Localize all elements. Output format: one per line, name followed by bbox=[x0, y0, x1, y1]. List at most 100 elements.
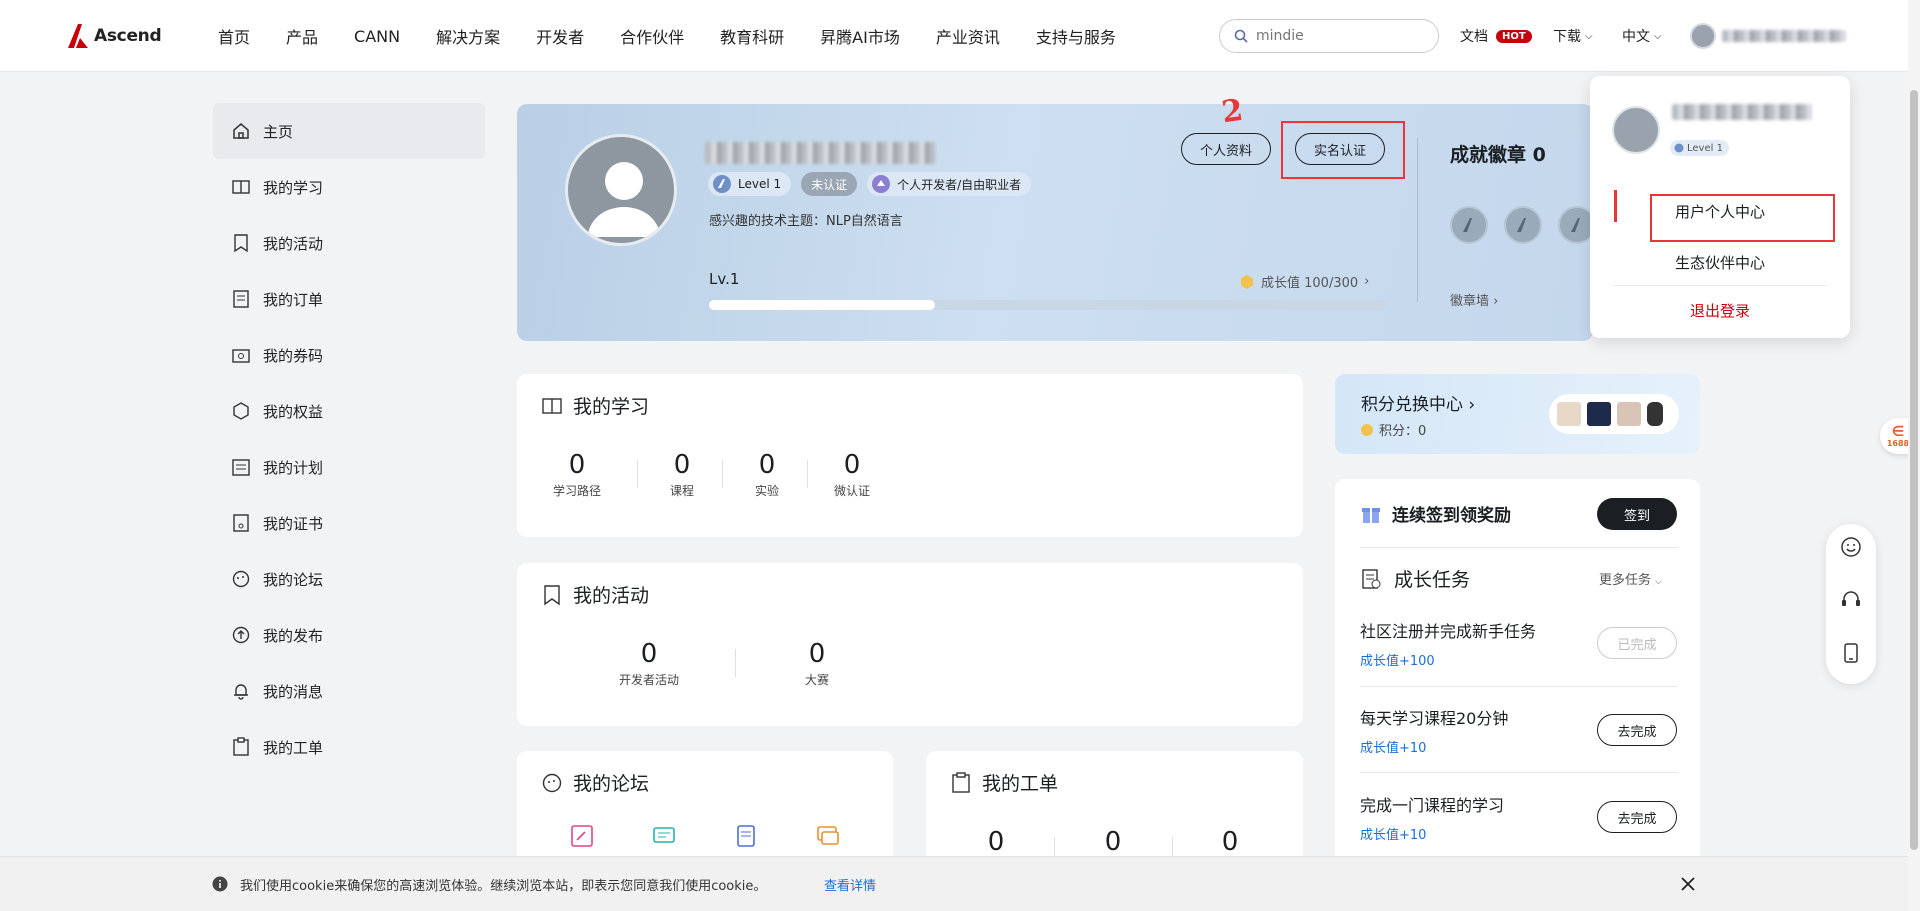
checkin-button[interactable]: 签到 bbox=[1597, 498, 1677, 530]
sidebar-item-certificates[interactable]: 我的证书 bbox=[213, 495, 485, 551]
search-icon bbox=[1234, 29, 1248, 43]
sidebar-item-label: 我的权益 bbox=[263, 402, 324, 421]
activity-card-title: 我的活动 bbox=[541, 581, 649, 608]
stat-labs[interactable]: 0 实验 bbox=[737, 450, 797, 499]
study-card-title: 我的学习 bbox=[541, 392, 649, 419]
nav-support[interactable]: 支持与服务 bbox=[1036, 24, 1116, 48]
article-icon[interactable] bbox=[733, 823, 759, 849]
sidebar-item-coupons[interactable]: 我的券码 bbox=[213, 327, 485, 383]
growth-tasks-title-text: 成长任务 bbox=[1394, 569, 1471, 591]
chevron-right-icon: › bbox=[1364, 274, 1370, 289]
profile-info-button[interactable]: 个人资料 bbox=[1181, 133, 1271, 165]
search-box[interactable] bbox=[1219, 19, 1439, 53]
sidebar-item-orders[interactable]: 我的订单 bbox=[213, 271, 485, 327]
search-input[interactable] bbox=[1256, 28, 1416, 44]
ticket-stat[interactable]: 0 bbox=[1083, 827, 1143, 857]
profile-avatar[interactable] bbox=[565, 134, 677, 246]
chevron-down-icon: ⌵ bbox=[1585, 30, 1593, 42]
stat-courses[interactable]: 0 课程 bbox=[652, 450, 712, 499]
comment-icon[interactable] bbox=[651, 823, 677, 849]
sidebar-item-plans[interactable]: 我的计划 bbox=[213, 439, 485, 495]
sidebar-item-learning[interactable]: 我的学习 bbox=[213, 159, 485, 215]
stat-micro-certs[interactable]: 0 微认证 bbox=[822, 450, 882, 499]
chevron-right-icon: › bbox=[1493, 294, 1499, 309]
stat-value: 0 bbox=[758, 450, 776, 480]
sidebar-item-activity[interactable]: 我的活动 bbox=[213, 215, 485, 271]
language-label: 中文 bbox=[1622, 29, 1650, 45]
language-menu[interactable]: 中文 ⌵ bbox=[1622, 26, 1662, 46]
sidebar-item-label: 我的活动 bbox=[263, 234, 324, 253]
task-list-icon bbox=[1362, 568, 1381, 589]
feedback-smile-icon[interactable] bbox=[1840, 536, 1862, 558]
sidebar-item-home[interactable]: 主页 bbox=[213, 103, 485, 159]
growth-value-link[interactable]: 成长值 100/300 › bbox=[1239, 272, 1369, 291]
sidebar-item-label: 我的消息 bbox=[263, 682, 324, 701]
docs-link[interactable]: 文档 HOT bbox=[1460, 26, 1532, 46]
task-completed-button[interactable]: 已完成 bbox=[1597, 627, 1677, 659]
activity-title-text: 我的活动 bbox=[573, 585, 650, 607]
nav-home[interactable]: 首页 bbox=[218, 24, 250, 48]
download-menu[interactable]: 下载 ⌵ bbox=[1553, 26, 1593, 46]
customer-service-icon[interactable] bbox=[1840, 589, 1862, 611]
nav-ai-market[interactable]: 昇腾AI市场 bbox=[820, 24, 900, 48]
reply-icon[interactable] bbox=[815, 823, 841, 849]
nav-cann[interactable]: CANN bbox=[354, 27, 400, 46]
dropdown-logout[interactable]: 退出登录 bbox=[1590, 300, 1850, 321]
user-avatar[interactable] bbox=[1690, 23, 1716, 49]
achievements-title: 成就徽章 0 bbox=[1450, 144, 1546, 166]
logo-text: Ascend bbox=[94, 26, 162, 46]
more-tasks-link[interactable]: 更多任务 ⌵ bbox=[1599, 569, 1662, 588]
stat-competitions[interactable]: 0 大赛 bbox=[757, 639, 877, 688]
profile-card: Level 1 未认证 个人开发者/自由职业者 感兴趣的技术主题：NLP自然语言… bbox=[517, 104, 1593, 341]
dropdown-item-partner-center[interactable]: 生态伙伴中心 bbox=[1590, 252, 1850, 273]
growth-value-text: 成长值 100/300 bbox=[1261, 276, 1359, 291]
prize-image bbox=[1647, 402, 1663, 426]
ticket-stat[interactable]: 0 bbox=[1200, 827, 1260, 857]
medal-icon bbox=[1450, 206, 1488, 244]
scrollbar-thumb[interactable] bbox=[1910, 90, 1918, 850]
stat-learning-paths[interactable]: 0 学习路径 bbox=[547, 450, 607, 499]
forum-title-text: 我的论坛 bbox=[573, 773, 650, 795]
nav-products[interactable]: 产品 bbox=[286, 24, 318, 48]
nav-solutions[interactable]: 解决方案 bbox=[436, 24, 500, 48]
stat-value: 0 bbox=[1221, 827, 1239, 857]
sidebar-item-label: 我的工单 bbox=[263, 738, 324, 757]
nav-industry-news[interactable]: 产业资讯 bbox=[936, 24, 1000, 48]
dropdown-level-text: Level 1 bbox=[1687, 142, 1723, 154]
points-title: 积分兑换中心 › bbox=[1361, 390, 1475, 415]
prize-image bbox=[1617, 402, 1641, 426]
task-go-button[interactable]: 去完成 bbox=[1597, 801, 1677, 833]
sidebar-item-benefits[interactable]: 我的权益 bbox=[213, 383, 485, 439]
points-title-text: 积分兑换中心 bbox=[1361, 395, 1463, 415]
nav-partners[interactable]: 合作伙伴 bbox=[620, 24, 684, 48]
annotation-box-verify bbox=[1281, 121, 1405, 179]
stat-value: 0 bbox=[640, 639, 658, 669]
mobile-icon[interactable] bbox=[1840, 642, 1862, 664]
nav-education[interactable]: 教育科研 bbox=[720, 24, 784, 48]
ticket-stat[interactable]: 0 bbox=[966, 827, 1026, 857]
stat-label: 学习路径 bbox=[552, 484, 601, 498]
task-go-button[interactable]: 去完成 bbox=[1597, 714, 1677, 746]
page-scrollbar[interactable] bbox=[1908, 0, 1920, 911]
hot-badge: HOT bbox=[1496, 29, 1532, 43]
stat-dev-activities[interactable]: 0 开发者活动 bbox=[589, 639, 709, 688]
ascend-logo[interactable]: Ascend bbox=[66, 22, 162, 50]
edit-post-icon[interactable] bbox=[569, 823, 595, 849]
close-icon[interactable] bbox=[1680, 876, 1696, 892]
nav-developers[interactable]: 开发者 bbox=[536, 24, 584, 48]
identity-badge: 个人开发者/自由职业者 bbox=[867, 172, 1032, 196]
sidebar-item-publish[interactable]: 我的发布 bbox=[213, 607, 485, 663]
more-tasks-text: 更多任务 bbox=[1599, 573, 1652, 588]
forum-icon bbox=[542, 773, 562, 792]
ticket-card-title: 我的工单 bbox=[950, 769, 1058, 796]
points-exchange-card[interactable]: 积分兑换中心 › 积分：0 bbox=[1335, 374, 1700, 454]
sidebar-item-messages[interactable]: 我的消息 bbox=[213, 663, 485, 719]
book-icon bbox=[232, 180, 250, 194]
developer-icon bbox=[872, 175, 891, 193]
divider bbox=[1417, 138, 1418, 302]
medal-wall-link[interactable]: 徽章墙 › bbox=[1450, 290, 1498, 309]
cookie-details-link[interactable]: 查看详情 bbox=[824, 875, 876, 894]
sidebar-item-tickets[interactable]: 我的工单 bbox=[213, 719, 485, 775]
task-reward: 成长值+100 bbox=[1360, 654, 1435, 669]
sidebar-item-forum[interactable]: 我的论坛 bbox=[213, 551, 485, 607]
